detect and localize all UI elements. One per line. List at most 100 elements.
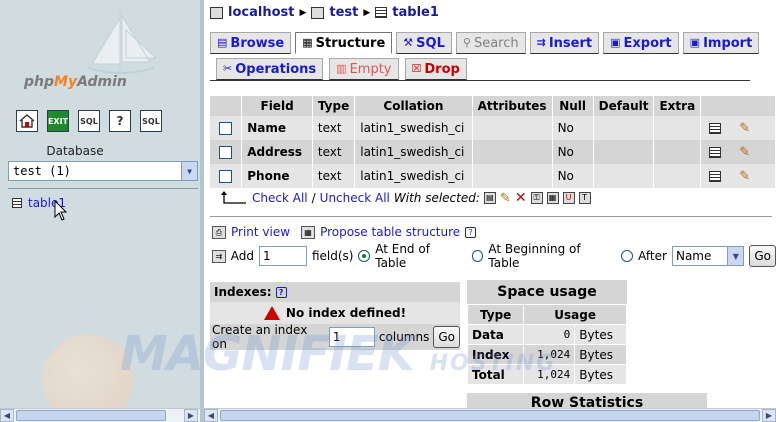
tab-structure[interactable]: ▦ Structure: [295, 32, 393, 54]
tab-operations[interactable]: ✂ Operations: [216, 58, 324, 80]
tab-empty[interactable]: ▥ Empty: [329, 58, 399, 80]
table-row: Total 1,024 Bytes: [466, 364, 627, 385]
browse-icon[interactable]: [709, 122, 722, 134]
scrollbar-thumb[interactable]: [16, 410, 166, 421]
sailboat-logo-icon: [87, 10, 158, 74]
tab-label: Structure: [315, 36, 386, 51]
radio-at-beginning[interactable]: [471, 250, 484, 262]
left-horizontal-scrollbar[interactable]: ◀ ▶: [0, 408, 200, 422]
columns-label: columns: [378, 330, 430, 344]
create-index-go-button[interactable]: Go: [433, 326, 460, 348]
breadcrumb-database[interactable]: test: [329, 5, 358, 20]
operations-icon: ✂: [223, 62, 233, 75]
help-icon[interactable]: ?: [275, 286, 287, 298]
after-field-value: Name: [675, 249, 712, 263]
index-columns-input[interactable]: [328, 327, 375, 347]
breadcrumb-server[interactable]: localhost: [228, 5, 294, 20]
row-checkbox-cell: [210, 140, 243, 164]
scroll-right-icon[interactable]: ▶: [184, 409, 198, 422]
mouse-cursor-icon: [54, 200, 68, 221]
field-collation: latin1_swedish_ci: [354, 116, 473, 140]
action-column-header: [700, 96, 776, 116]
field-attributes: [472, 140, 553, 164]
edit-pencil-icon[interactable]: ✎: [739, 121, 750, 136]
browse-selected-icon[interactable]: ▤: [483, 192, 496, 204]
print-view-link[interactable]: Print view: [231, 225, 290, 239]
row-checkbox[interactable]: [219, 122, 233, 135]
browse-icon[interactable]: [709, 146, 722, 158]
at-beginning-label[interactable]: At Beginning of Table: [488, 242, 612, 270]
column-header-attributes: Attributes: [472, 96, 553, 116]
row-statistics-title: Row Statistics: [467, 393, 707, 409]
scroll-left-icon[interactable]: ◀: [0, 409, 14, 422]
propose-structure-link[interactable]: Propose table structure: [320, 225, 460, 239]
tab-search[interactable]: ⚲ Search: [455, 32, 526, 54]
index-icon[interactable]: ▦: [546, 192, 559, 204]
tab-bar-primary: ▤ Browse ▦ Structure ⚒ SQL ⚲ Search ⇉ Insert …: [210, 32, 760, 54]
unique-icon[interactable]: U: [562, 192, 575, 204]
help-icon[interactable]: ?: [465, 226, 477, 238]
table-row: Data 0 Bytes: [466, 324, 627, 345]
tab-bar-secondary: ✂ Operations ▥ Empty ☒ Drop: [216, 58, 467, 80]
main-horizontal-scrollbar[interactable]: ◀ ▶: [204, 408, 776, 422]
tab-sql[interactable]: ⚒ SQL: [396, 32, 452, 54]
tab-label: Insert: [548, 36, 593, 51]
primary-key-icon[interactable]: ⚿: [530, 192, 543, 204]
field-default: [593, 164, 655, 188]
empty-icon: ▥: [336, 62, 347, 75]
scroll-right-icon[interactable]: ▶: [762, 409, 776, 422]
insert-icon: ⇉: [536, 36, 546, 49]
column-header-type: Type: [466, 304, 525, 325]
at-end-label[interactable]: At End of Table: [375, 242, 462, 270]
breadcrumb-table[interactable]: table1: [392, 5, 439, 20]
table-icon: [12, 198, 22, 208]
fulltext-icon[interactable]: T: [578, 192, 591, 204]
row-checkbox[interactable]: [219, 170, 233, 183]
tab-label: Import: [703, 36, 753, 51]
field-default: [593, 116, 655, 140]
structure-icon: ▦: [302, 36, 313, 49]
drop-selected-icon[interactable]: ✕: [515, 190, 527, 206]
field-count-input[interactable]: [258, 246, 307, 266]
after-label[interactable]: After: [638, 249, 667, 263]
with-selected-label: With selected:: [393, 191, 480, 205]
column-header-extra: Extra: [653, 96, 702, 116]
database-select[interactable]: test (1) ▼: [8, 161, 198, 181]
edit-pencil-icon[interactable]: ✎: [739, 169, 750, 184]
scroll-left-icon[interactable]: ◀: [204, 409, 218, 422]
home-icon[interactable]: [16, 110, 38, 132]
tab-import[interactable]: ▣ Import: [682, 32, 760, 54]
column-header-type: Type: [312, 96, 356, 116]
after-field-select[interactable]: Name ▼: [671, 246, 745, 266]
export-icon: ▣: [610, 36, 621, 49]
radio-after[interactable]: [621, 250, 634, 262]
tab-browse[interactable]: ▤ Browse: [210, 32, 292, 54]
field-attributes: [472, 164, 553, 188]
row-checkbox[interactable]: [219, 146, 233, 159]
tab-insert[interactable]: ⇉ Insert: [529, 32, 600, 54]
scrollbar-thumb[interactable]: [220, 410, 760, 421]
uncheck-all-link[interactable]: Uncheck All: [320, 191, 390, 205]
section-divider: [210, 216, 772, 217]
chevron-down-icon[interactable]: ▼: [727, 247, 744, 265]
edit-selected-icon[interactable]: ✎: [500, 191, 511, 206]
chevron-down-icon[interactable]: ▼: [181, 162, 197, 180]
radio-at-end[interactable]: [358, 250, 371, 262]
docs-icon[interactable]: SQL: [140, 110, 162, 132]
tab-label: SQL: [416, 36, 445, 51]
tab-drop[interactable]: ☒ Drop: [404, 58, 467, 80]
phpmyadmin-logo[interactable]: phpMyAdmin: [24, 74, 127, 90]
database-label: Database: [46, 144, 104, 158]
help-icon[interactable]: ?: [109, 110, 131, 132]
check-all-link[interactable]: Check All: [252, 191, 308, 205]
left-divider: [8, 188, 198, 189]
column-header-default: Default: [593, 96, 655, 116]
sql-icon[interactable]: SQL: [78, 110, 100, 132]
exit-icon[interactable]: EXIT: [47, 110, 69, 132]
browse-icon[interactable]: [709, 170, 722, 182]
tab-export[interactable]: ▣ Export: [603, 32, 679, 54]
usage-value: 1,024: [523, 344, 576, 365]
edit-pencil-icon[interactable]: ✎: [739, 145, 750, 160]
add-field-go-button[interactable]: Go: [749, 245, 776, 267]
field-extra: [653, 140, 702, 164]
